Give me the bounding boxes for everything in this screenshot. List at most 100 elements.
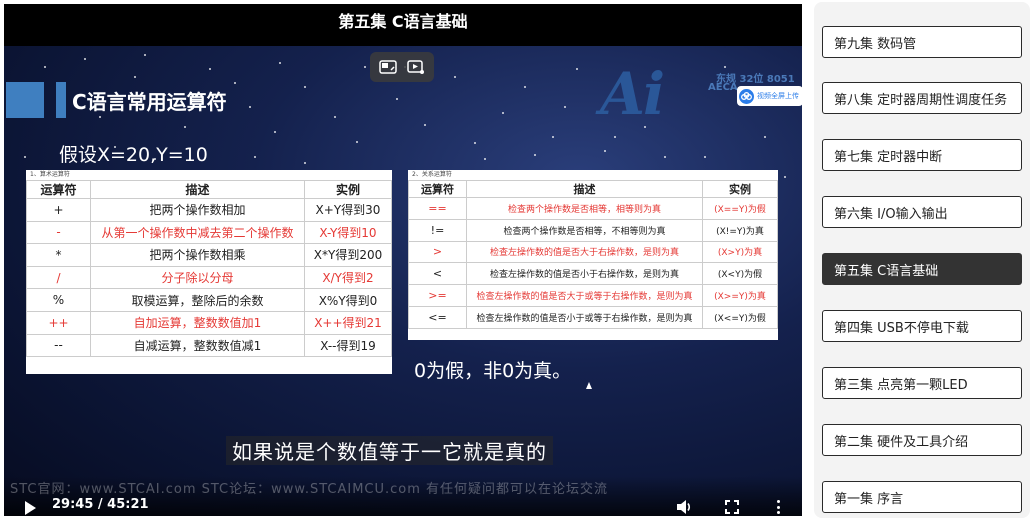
video-title: 第五集 C语言基础 <box>338 12 468 31</box>
description-cell: 检查两个操作数是否相等，不相等则为真 <box>466 218 703 242</box>
table-row: -- 自减运算，整数数值减1 X--得到19 <box>26 333 392 358</box>
operator-cell: == <box>408 197 467 220</box>
description-cell: 取模运算，整除后的余数 <box>90 288 305 312</box>
description-cell: 把两个操作数相加 <box>90 198 305 222</box>
description-cell: 分子除以分母 <box>90 265 305 290</box>
operator-cell: < <box>408 262 467 286</box>
episode-item[interactable]: 第九集 数码管 <box>822 26 1022 58</box>
play-icon[interactable] <box>22 499 38 516</box>
example-cell: (X!=Y)为真 <box>702 218 778 242</box>
slide-heading: C语言常用运算符 <box>72 90 227 114</box>
example-cell: (X<=Y)为假 <box>702 305 778 329</box>
table-row: * 把两个操作数相乘 X*Y得到200 <box>26 243 392 267</box>
video-player[interactable]: 第五集 C语言基础 C语言常用运算符 Ai 东规 32位 8051 AECA 视… <box>4 4 802 516</box>
video-title-bar: 第五集 C语言基础 <box>4 4 802 46</box>
logo-subtext: AECA <box>708 82 738 93</box>
arithmetic-operators-table: 运算符 描述 实例 + 把两个操作数相加 X+Y得到30- 从第一个操作数中减去第二个操作… <box>26 180 392 358</box>
description-cell: 把两个操作数相乘 <box>90 243 305 267</box>
example-cell: X*Y得到200 <box>304 243 392 267</box>
operator-cell: ++ <box>26 310 91 335</box>
example-cell: X/Y得到2 <box>304 265 392 290</box>
description-cell: 检查左操作数的值是否大于或等于右操作数，是则为真 <box>466 284 703 307</box>
operator-cell: + <box>26 198 91 222</box>
cast-play-icon[interactable] <box>404 56 428 78</box>
example-cell: X%Y得到0 <box>304 288 392 312</box>
episode-item[interactable]: 第六集 I/O输入输出 <box>822 196 1022 228</box>
table-row: != 检查两个操作数是否相等，不相等则为真 (X!=Y)为真 <box>408 218 778 242</box>
picture-in-picture-icon[interactable] <box>376 56 400 78</box>
table-row: / 分子除以分母 X/Y得到2 <box>26 265 392 290</box>
subtitle-caption: 如果说是个数值等于一它就是真的 <box>226 436 553 465</box>
upload-badge[interactable]: 视频全屏上传 <box>737 86 802 106</box>
arithmetic-operators-panel: 1、算术运算符 运算符 描述 实例 + 把两个操作数相加 X+Y得到30- 从第一个操作数… <box>26 170 392 374</box>
truth-note: 0为假，非0为真。 <box>414 360 572 382</box>
column-header: 实例 <box>702 180 778 198</box>
app-root: 第五集 C语言基础 C语言常用运算符 Ai 东规 32位 8051 AECA 视… <box>0 0 1030 518</box>
description-cell: 从第一个操作数中减去第二个操作数 <box>90 220 305 245</box>
episode-item[interactable]: 第五集 C语言基础 <box>822 253 1022 285</box>
volume-icon[interactable] <box>674 497 694 516</box>
table-row: < 检查左操作数的值是否小于右操作数，是则为真 (X<Y)为假 <box>408 262 778 286</box>
description-cell: 检查左操作数的值是否大于右操作数，是则为真 <box>466 240 703 264</box>
operator-cell: != <box>408 218 467 242</box>
mouse-cursor <box>586 382 592 389</box>
operator-cell: % <box>26 288 91 312</box>
operator-cell: >= <box>408 284 467 307</box>
table-caption: 2、关系运算符 <box>412 171 452 178</box>
operator-cell: - <box>26 220 91 245</box>
example-cell: (X<Y)为假 <box>702 262 778 286</box>
table-row: - 从第一个操作数中减去第二个操作数 X-Y得到10 <box>26 220 392 245</box>
fullscreen-icon[interactable] <box>722 497 742 516</box>
pip-controls <box>370 52 434 82</box>
example-cell: (X>=Y)为真 <box>702 284 778 307</box>
video-frame[interactable]: C语言常用运算符 Ai 东规 32位 8051 AECA 视频全屏上传 假设X=… <box>4 46 802 516</box>
table-row: + 把两个操作数相加 X+Y得到30 <box>26 198 392 222</box>
table-row: ++ 自加运算，整数数值加1 X++得到21 <box>26 310 392 335</box>
episode-item[interactable]: 第四集 USB不停电下载 <box>822 310 1022 342</box>
example-cell: X--得到19 <box>304 333 392 358</box>
example-cell: X-Y得到10 <box>304 220 392 245</box>
description-cell: 自加运算，整数数值加1 <box>90 310 305 335</box>
footer-watermark: STC官网：www.STCAI.com STC论坛：www.STCAIMCU.c… <box>10 482 609 497</box>
episode-item[interactable]: 第二集 硬件及工具介绍 <box>822 424 1022 456</box>
table-row: >= 检查左操作数的值是否大于或等于右操作数，是则为真 (X>=Y)为真 <box>408 284 778 307</box>
episode-item[interactable]: 第七集 定时器中断 <box>822 139 1022 171</box>
example-cell: (X>Y)为真 <box>702 240 778 264</box>
table-row: > 检查左操作数的值是否大于右操作数，是则为真 (X>Y)为真 <box>408 240 778 264</box>
column-header: 运算符 <box>408 180 467 198</box>
description-cell: 检查两个操作数是否相等，相等则为真 <box>466 197 703 220</box>
operator-cell: -- <box>26 333 91 358</box>
example-cell: (X==Y)为假 <box>702 197 778 220</box>
description-cell: 自减运算，整数数值减1 <box>90 333 305 358</box>
heading-accent-block <box>6 82 44 118</box>
cloud-upload-icon <box>739 88 754 104</box>
operator-cell: / <box>26 265 91 290</box>
episode-item[interactable]: 第八集 定时器周期性调度任务 <box>822 82 1022 114</box>
description-cell: 检查左操作数的值是否小于或等于右操作数，是则为真 <box>466 305 703 329</box>
example-cell: X+Y得到30 <box>304 198 392 222</box>
operator-cell: * <box>26 243 91 267</box>
ai-logo: Ai <box>600 60 665 128</box>
episode-list: 第九集 数码管 第八集 定时器周期性调度任务 第七集 定时器中断 第六集 I/O输入输… <box>814 2 1030 518</box>
relational-operators-table: 运算符 描述 实例 == 检查两个操作数是否相等，相等则为真 (X==Y)为假 != 检查两… <box>408 180 778 329</box>
column-header: 运算符 <box>26 180 91 199</box>
heading-accent-bar <box>56 82 66 118</box>
table-row: == 检查两个操作数是否相等，相等则为真 (X==Y)为假 <box>408 197 778 220</box>
episode-item[interactable]: 第三集 点亮第一颗LED <box>822 367 1022 399</box>
operator-cell: > <box>408 240 467 264</box>
column-header: 实例 <box>304 180 392 199</box>
episode-item[interactable]: 第一集 序言 <box>822 481 1022 513</box>
relational-operators-panel: 2、关系运算符 运算符 描述 实例 == 检查两个操作数是否相等，相等则为真 (X==Y… <box>408 170 778 340</box>
table-caption: 1、算术运算符 <box>30 171 70 178</box>
example-cell: X++得到21 <box>304 310 392 335</box>
table-row: % 取模运算，整除后的余数 X%Y得到0 <box>26 288 392 312</box>
time-display: 29:45 / 45:21 <box>52 497 149 512</box>
column-header: 描述 <box>90 180 305 199</box>
column-header: 描述 <box>466 180 703 198</box>
table-row: <= 检查左操作数的值是否小于或等于右操作数，是则为真 (X<=Y)为假 <box>408 305 778 329</box>
assumption-text: 假设X=20,Y=10 <box>59 144 208 166</box>
upload-badge-label: 视频全屏上传 <box>757 92 799 100</box>
more-vertical-icon[interactable] <box>772 497 784 516</box>
operator-cell: <= <box>408 305 467 329</box>
description-cell: 检查左操作数的值是否小于右操作数，是则为真 <box>466 262 703 286</box>
